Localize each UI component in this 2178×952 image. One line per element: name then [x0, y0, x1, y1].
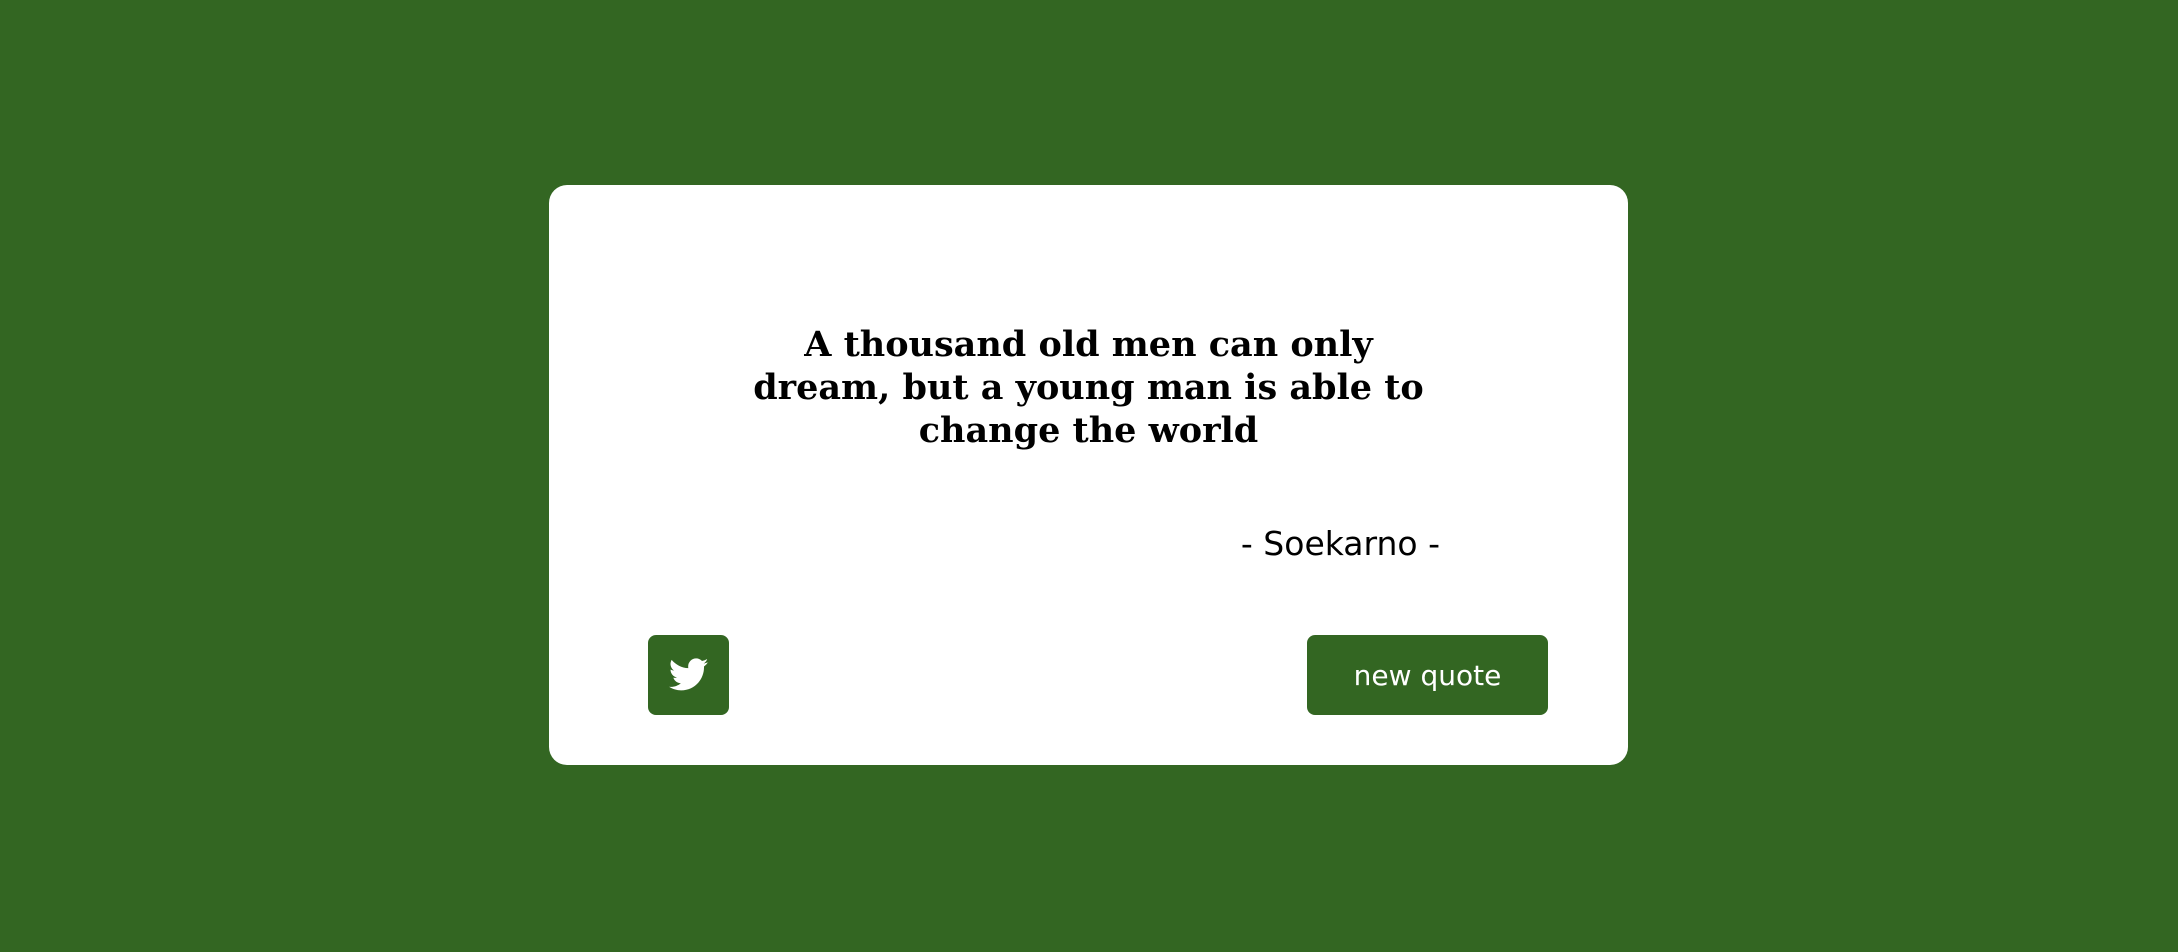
new-quote-button[interactable]: new quote [1307, 635, 1548, 715]
quote-box: A thousand old men can only dream, but a… [549, 185, 1628, 765]
twitter-icon [668, 658, 709, 692]
quote-text: A thousand old men can only dream, but a… [753, 324, 1424, 451]
quote-author: - Soekarno - [1240, 524, 1440, 563]
tweet-quote-button[interactable] [648, 635, 729, 715]
